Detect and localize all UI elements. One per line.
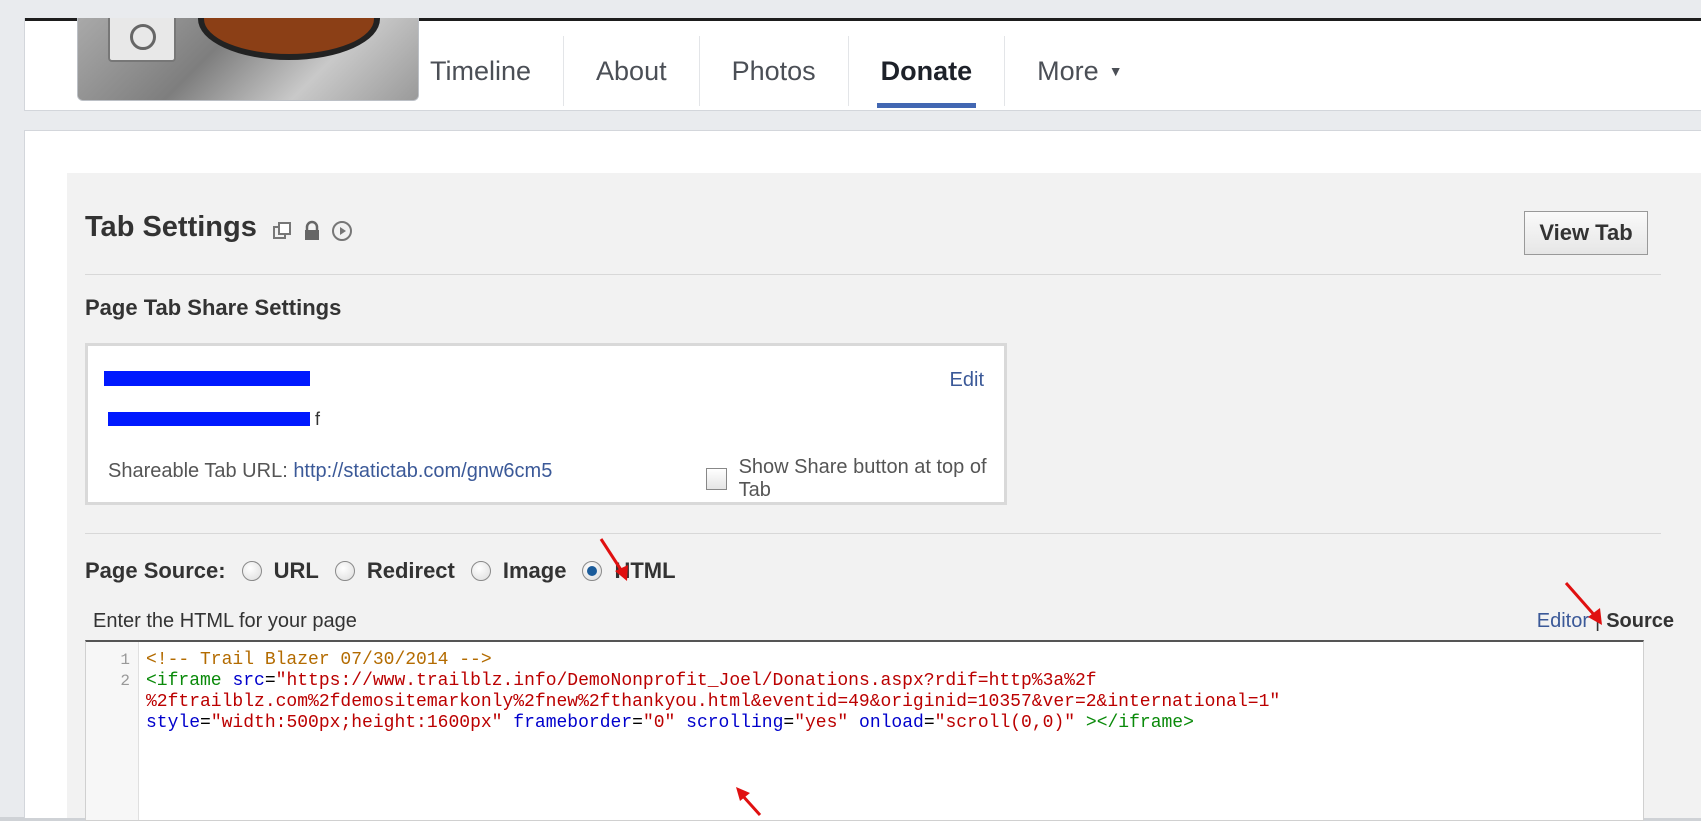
tab-donate[interactable]: Donate: [849, 36, 1006, 108]
page-tabs: Timeline About Photos Donate More ▼: [398, 36, 1155, 110]
tab-settings-panel: Tab Settings View Tab Page Tab Share Set…: [67, 173, 1701, 821]
external-link-icon[interactable]: [271, 217, 293, 239]
line-number-gutter: 1 2: [86, 642, 139, 820]
screenshot: Timeline About Photos Donate More ▼ Tab S…: [0, 0, 1701, 821]
annotation-arrow: [736, 787, 762, 817]
share-settings-heading: Page Tab Share Settings: [85, 295, 342, 320]
source-link[interactable]: Source: [1606, 610, 1674, 632]
show-share-checkbox-row[interactable]: Show Share button at top of Tab: [706, 456, 1004, 502]
redacted-text: f: [108, 409, 320, 429]
view-tab-button[interactable]: View Tab: [1524, 211, 1648, 255]
divider: [85, 274, 1661, 275]
radio-redirect[interactable]: [334, 561, 355, 581]
radio-image[interactable]: [470, 561, 491, 581]
radio-url[interactable]: [241, 561, 262, 581]
redacted-text: [104, 371, 310, 386]
divider: [85, 533, 1661, 534]
html-source-editor[interactable]: 1 2 <!-- Trail Blazer 07/30/2014 --> <if…: [85, 640, 1644, 821]
page-source-row: Page Source: URL Redirect Image HTML: [85, 558, 676, 583]
enter-html-label: Enter the HTML for your page: [93, 610, 357, 632]
active-tab-indicator: [876, 103, 977, 108]
tab-timeline[interactable]: Timeline: [398, 36, 565, 106]
shareable-url-row: Shareable Tab URL: http://statictab.com/…: [108, 460, 553, 482]
tab-more[interactable]: More ▼: [1005, 36, 1154, 106]
page-title: Tab Settings: [85, 211, 353, 244]
annotation-arrow: [1564, 582, 1602, 625]
show-share-checkbox[interactable]: [706, 468, 727, 490]
profile-picture[interactable]: [77, 18, 419, 101]
annotation-arrow: [599, 538, 628, 581]
edit-link[interactable]: Edit: [950, 369, 984, 392]
caret-down-icon: ▼: [1108, 63, 1123, 79]
lock-icon[interactable]: [301, 217, 323, 240]
content-panel: Tab Settings View Tab Page Tab Share Set…: [24, 130, 1701, 821]
tab-about[interactable]: About: [564, 36, 700, 106]
share-settings-box: f Edit Shareable Tab URL: http://statict…: [85, 343, 1007, 505]
code-lines: <!-- Trail Blazer 07/30/2014 --> <iframe…: [146, 650, 1281, 733]
camera-icon[interactable]: [108, 18, 176, 62]
shareable-url-link[interactable]: http://statictab.com/gnw6cm5: [293, 460, 552, 482]
tab-photos[interactable]: Photos: [700, 36, 849, 106]
play-icon[interactable]: [331, 217, 353, 241]
